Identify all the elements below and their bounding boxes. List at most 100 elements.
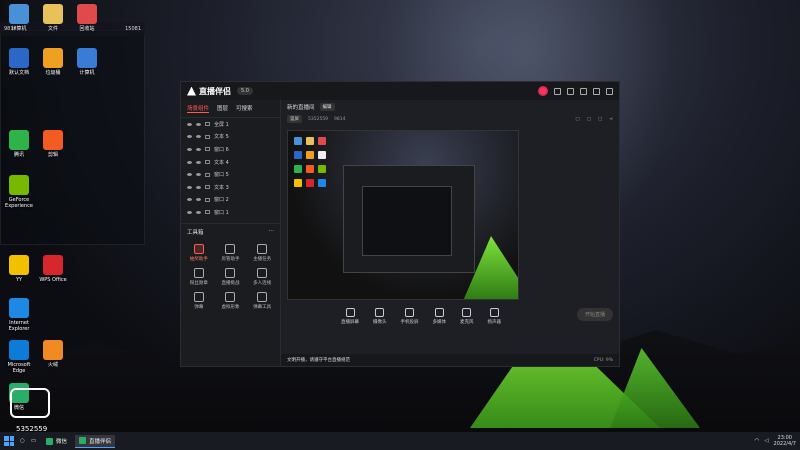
eye-icon[interactable] <box>187 160 192 164</box>
control-bar: 直播屏幕 摄像头 手机投屏 多媒体 麦克风 扬声器 开始直播 <box>341 308 613 332</box>
desktop-icon[interactable]: 剪辑 <box>36 130 70 158</box>
eye-icon[interactable] <box>187 122 192 126</box>
scene-item[interactable]: 全屏 1 <box>181 118 280 131</box>
tool-item[interactable]: 抽奖助手 <box>183 243 215 262</box>
tool-item[interactable]: 粉丝勋章 <box>183 267 215 286</box>
task-view-icon[interactable]: ▭ <box>31 438 36 444</box>
scene-label: 窗口 1 <box>214 209 229 216</box>
desktop-icon[interactable]: 计算机 <box>70 48 104 76</box>
desktop-icon[interactable]: 垃圾桶 <box>36 48 70 76</box>
scene-label: 窗口 6 <box>214 146 229 153</box>
desktop-icon-label: 文件 <box>47 26 58 32</box>
status-warning: 文明开播，请遵守平台直播规范 <box>287 358 350 363</box>
app-title: 直播伴侣 <box>199 86 231 96</box>
scene-tab[interactable]: 可搜索 <box>236 104 253 113</box>
desktop-icon[interactable]: Microsoft Edge <box>2 340 36 374</box>
volume-icon[interactable]: ◁ <box>764 438 768 444</box>
eye-icon[interactable] <box>187 210 192 214</box>
maximize-icon[interactable] <box>593 87 600 95</box>
avatar[interactable] <box>538 86 548 96</box>
scene-tab[interactable]: 图层 <box>217 104 228 113</box>
control-button[interactable]: 麦克风 <box>460 308 474 325</box>
scene-item[interactable]: 窗口 1 <box>181 206 280 219</box>
scene-item[interactable]: 文本 3 <box>181 181 280 194</box>
desktop-icon[interactable]: Internet Explorer <box>2 298 36 332</box>
start-live-button[interactable]: 开始直播 <box>576 308 613 321</box>
scene-tab[interactable]: 场景组件 <box>187 104 210 113</box>
app-icon <box>77 48 97 68</box>
desktop-icon[interactable]: GeForce Experience <box>2 175 36 209</box>
edit-tag[interactable]: 编辑 <box>319 103 335 111</box>
tool-item[interactable]: 虚拟形象 <box>215 291 247 310</box>
control-button[interactable]: 手机投屏 <box>401 308 419 325</box>
toolbox-grid: 抽奖助手 房管助手 主播任务粉丝勋章 直播挑战 多人连线弹幕 虚拟形象 弹幕工具 <box>181 240 280 314</box>
minimize-icon[interactable] <box>580 87 587 95</box>
eye-icon[interactable] <box>187 147 192 151</box>
desktop-icon-label: 回收站 <box>79 26 95 32</box>
orientation-pill[interactable]: 竖屏 <box>287 115 302 123</box>
tool-item[interactable]: 弹幕 <box>183 291 215 310</box>
desktop-icon[interactable]: 回收站 <box>70 4 104 32</box>
scene-item[interactable]: 窗口 5 <box>181 168 280 181</box>
wifi-icon[interactable]: ◠ <box>754 438 759 444</box>
tool-icon <box>193 267 204 278</box>
scene-list: 全屏 1 文本 5 窗口 6 文本 4 窗口 5 文本 3 窗口 2 窗口 1 <box>181 118 280 219</box>
tool-item[interactable]: 弹幕工具 <box>246 291 278 310</box>
desktop-icon[interactable]: 计算机 <box>2 4 36 32</box>
source-icon <box>205 210 210 215</box>
lock-icon[interactable] <box>196 122 201 126</box>
scene-item[interactable]: 窗口 6 <box>181 143 280 156</box>
tool-item[interactable]: 房管助手 <box>215 243 247 262</box>
control-button[interactable]: 摄像头 <box>373 308 387 325</box>
desktop-icon-label: 默认文档 <box>8 70 29 76</box>
eye-icon[interactable] <box>187 185 192 189</box>
lock-icon[interactable] <box>196 160 201 164</box>
desktop-icon[interactable]: 默认文档 <box>2 48 36 76</box>
eye-icon[interactable] <box>187 173 192 177</box>
lock-icon[interactable] <box>196 147 201 151</box>
control-button[interactable]: 扬声器 <box>488 308 501 325</box>
scene-item[interactable]: 文本 4 <box>181 156 280 169</box>
desktop-icon[interactable]: YY <box>2 255 36 283</box>
lock-icon[interactable] <box>196 185 201 189</box>
search-icon[interactable]: ○ <box>20 438 25 444</box>
scene-label: 窗口 2 <box>214 197 229 204</box>
lock-icon[interactable] <box>196 198 201 202</box>
gift-icon[interactable]: □ <box>575 117 579 122</box>
eye-icon[interactable] <box>187 135 192 139</box>
message-icon[interactable] <box>554 87 561 95</box>
desktop-icon[interactable]: WPS Office <box>36 255 70 283</box>
stream-preview[interactable] <box>287 130 519 300</box>
scene-item[interactable]: 窗口 2 <box>181 194 280 207</box>
desktop-icon-label: Internet Explorer <box>8 320 30 332</box>
windows-start-icon[interactable] <box>4 436 14 446</box>
bell-icon[interactable]: □ <box>598 117 602 122</box>
scene-item[interactable]: 文本 5 <box>181 131 280 144</box>
eye-icon[interactable] <box>187 198 192 202</box>
close-icon[interactable] <box>606 87 613 95</box>
lock-icon[interactable] <box>196 135 201 139</box>
desktop-icon-label: YY <box>15 277 23 283</box>
desktop-icon[interactable]: 文件 <box>36 4 70 32</box>
version-badge[interactable]: 5.0 <box>237 87 253 95</box>
tool-item[interactable]: 直播挑战 <box>215 267 247 286</box>
control-button[interactable]: 多媒体 <box>433 308 446 325</box>
scene-tabs: 场景组件 图层 可搜索 <box>181 100 280 118</box>
settings-icon[interactable] <box>567 87 574 95</box>
control-button[interactable]: 直播屏幕 <box>341 308 359 325</box>
chart-icon[interactable]: □ <box>587 117 591 122</box>
lock-icon[interactable] <box>196 173 201 177</box>
taskbar-app[interactable]: 直播伴侣 <box>75 434 116 448</box>
more-icon[interactable]: ⋯ <box>269 228 275 236</box>
lock-icon[interactable] <box>196 210 201 214</box>
clock[interactable]: 23:00 2022/4/7 <box>774 435 796 447</box>
live-companion-window[interactable]: 直播伴侣 5.0 场景组件 图层 可搜索 全屏 1 文本 5 窗口 6 文本 4 窗口 5 文… <box>180 81 620 367</box>
tool-item[interactable]: 多人连线 <box>246 267 278 286</box>
share-icon[interactable]: ⋖ <box>609 117 613 122</box>
desktop-icon[interactable]: 腾讯 <box>2 130 36 158</box>
desktop-icon-label: WPS Office <box>39 277 67 283</box>
main-area: 新的直播间 编辑 竖屏 5352559 9814 □ □ □ ⋖ 直播屏幕 摄像… <box>281 100 619 366</box>
taskbar-app[interactable]: 微信 <box>42 435 71 448</box>
desktop-icon[interactable]: 火绒 <box>36 340 70 368</box>
tool-item[interactable]: 主播任务 <box>246 243 278 262</box>
